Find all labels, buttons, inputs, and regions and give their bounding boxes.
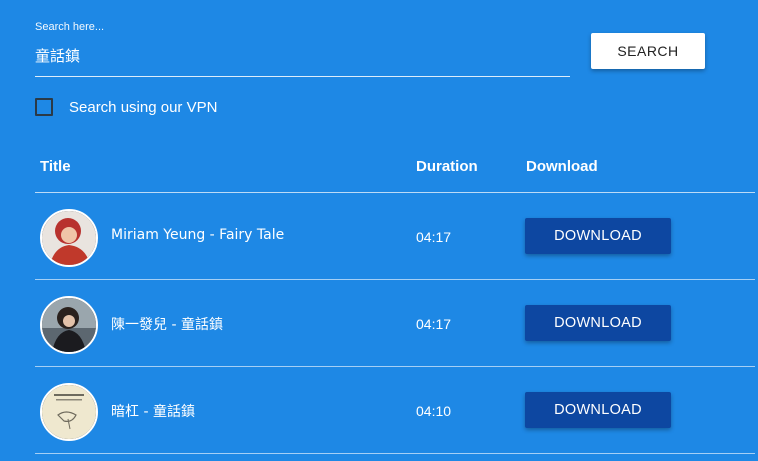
search-input[interactable]	[35, 44, 565, 66]
column-header-download: Download	[526, 158, 598, 175]
table-row: 暗杠 - 童話鎮 04:10 DOWNLOAD	[35, 367, 755, 454]
track-duration: 04:17	[416, 316, 452, 332]
table-header: Title Duration Download	[35, 150, 755, 193]
track-thumbnail	[40, 383, 98, 441]
column-header-title: Title	[40, 158, 71, 175]
track-title: 暗杠 - 童話鎮	[111, 404, 195, 420]
track-duration: 04:17	[416, 229, 452, 245]
search-field[interactable]: Search here...	[35, 20, 570, 77]
track-title: 陳一發兒 - 童話鎮	[111, 317, 223, 333]
vpn-label: Search using our VPN	[69, 99, 218, 116]
search-button[interactable]: SEARCH	[591, 33, 705, 69]
download-button[interactable]: DOWNLOAD	[525, 218, 671, 254]
download-button[interactable]: DOWNLOAD	[525, 305, 671, 341]
track-title: Miriam Yeung - Fairy Tale	[111, 227, 285, 243]
search-label: Search here...	[35, 21, 105, 33]
table-row: 陳一發兒 - 童話鎮 04:17 DOWNLOAD	[35, 280, 755, 367]
track-thumbnail	[40, 296, 98, 354]
column-header-duration: Duration	[416, 158, 478, 175]
table-row: Miriam Yeung - Fairy Tale 04:17 DOWNLOAD	[35, 193, 755, 280]
download-button[interactable]: DOWNLOAD	[525, 392, 671, 428]
track-thumbnail	[40, 209, 98, 267]
vpn-checkbox[interactable]	[35, 98, 53, 116]
track-duration: 04:10	[416, 403, 452, 419]
